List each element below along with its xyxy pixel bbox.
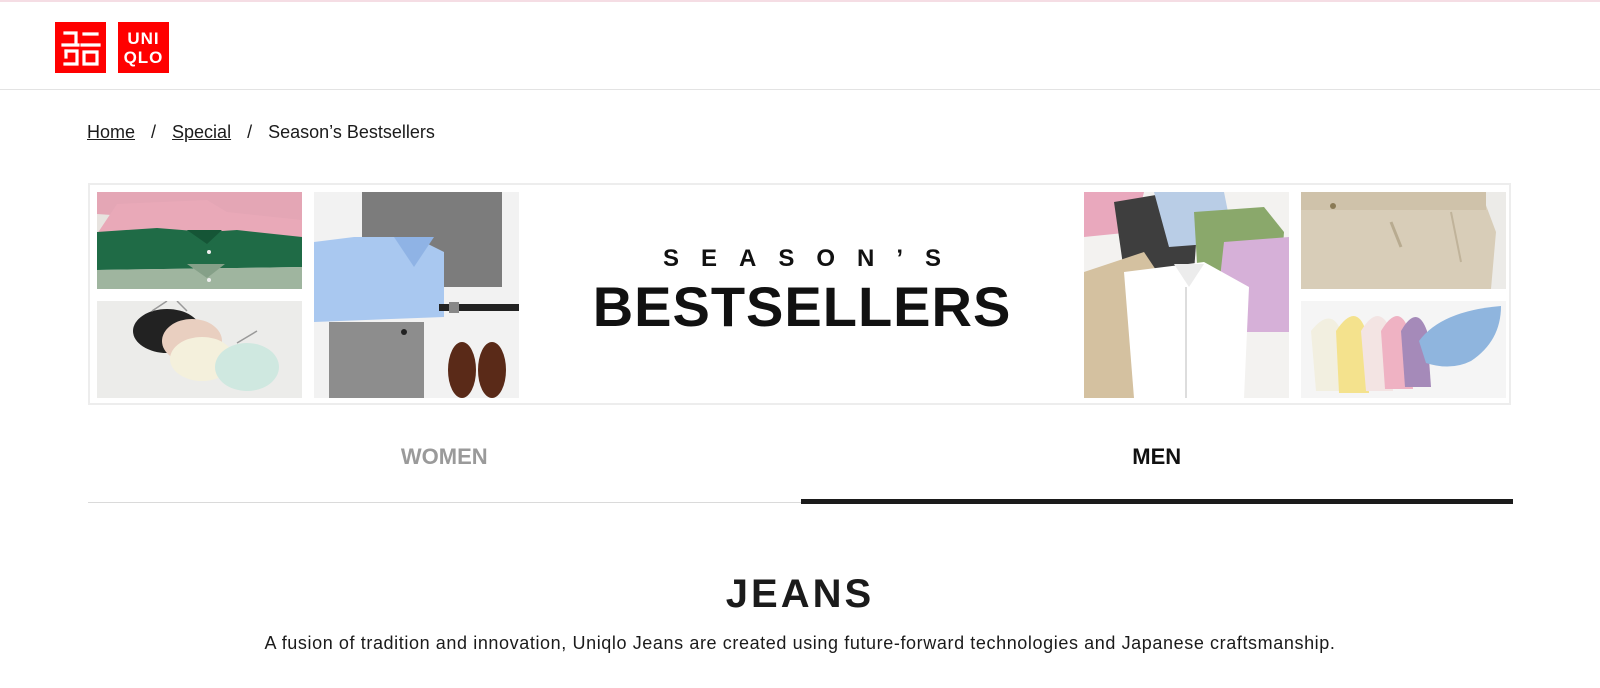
banner-kicker: SEASON’S <box>662 245 964 272</box>
katakana-logo-icon <box>60 30 101 66</box>
site-header: UNI QLO <box>0 2 1600 90</box>
tab-women[interactable]: WOMEN <box>88 413 801 502</box>
logo-latin-box[interactable]: UNI QLO <box>118 22 169 73</box>
section-description: A fusion of tradition and innovation, Un… <box>264 633 1336 653</box>
polo-shirts-image <box>97 192 302 289</box>
banner-title: SEASON’S BESTSELLERS <box>530 245 1074 337</box>
shirt-suit-shoes-image <box>314 192 519 398</box>
logo-line-2: QLO <box>123 47 164 67</box>
section-title: JEANS <box>725 572 875 616</box>
gender-tabs: WOMEN MEN <box>88 413 1514 504</box>
shoulder-bags-image <box>1301 301 1506 398</box>
uniqlo-logo[interactable]: UNI QLO <box>55 22 169 73</box>
breadcrumb-separator: / <box>247 122 253 142</box>
bras-image <box>97 301 302 398</box>
logo-line-1: UNI <box>127 28 160 48</box>
chino-trousers-image <box>1301 192 1506 289</box>
breadcrumb-special-link[interactable]: Special <box>172 122 231 143</box>
breadcrumb: Home / Special / Season’s Bestsellers <box>87 122 435 143</box>
linen-shirts-image <box>1084 192 1289 398</box>
breadcrumb-home-link[interactable]: Home <box>87 122 135 143</box>
logo-katakana-box[interactable] <box>55 22 106 73</box>
season-bestsellers-banner[interactable]: SEASON’S BESTSELLERS <box>88 183 1511 405</box>
banner-heading: BESTSELLERS <box>592 275 1012 338</box>
page: UNI QLO Home / Special / Season’s Bestse… <box>0 0 1600 688</box>
tab-men[interactable]: MEN <box>800 413 1514 504</box>
breadcrumb-separator: / <box>151 122 157 142</box>
breadcrumb-current: Season’s Bestsellers <box>268 122 435 142</box>
